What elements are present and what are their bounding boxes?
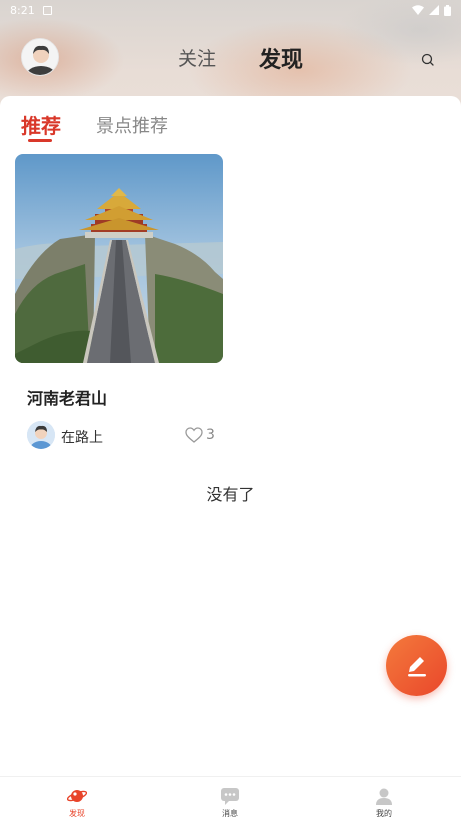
search-icon[interactable] xyxy=(420,52,436,68)
wifi-icon xyxy=(412,5,424,15)
compose-button[interactable] xyxy=(386,635,447,696)
my-avatar[interactable] xyxy=(21,38,59,76)
battery-icon xyxy=(444,4,451,16)
status-time: 8:21 xyxy=(10,3,35,17)
message-icon xyxy=(221,788,239,805)
nav-label-discover: 发现 xyxy=(69,809,85,818)
nav-item-me[interactable]: 我的 xyxy=(354,787,414,819)
post-title[interactable]: 河南老君山 xyxy=(15,385,223,409)
tab-recommend[interactable]: 推荐 xyxy=(21,110,61,139)
nav-item-messages[interactable]: 消息 xyxy=(200,787,260,819)
nav-label-me: 我的 xyxy=(376,809,392,818)
planet-icon xyxy=(67,790,87,802)
status-bar: 8:21 xyxy=(0,0,461,20)
author-name[interactable]: 在路上 xyxy=(61,427,103,447)
author-avatar-icon xyxy=(27,421,55,449)
end-of-list-text: 没有了 xyxy=(206,485,255,504)
user-icon xyxy=(376,788,392,805)
pencil-icon xyxy=(407,656,426,676)
tab-follow[interactable]: 关注 xyxy=(178,44,216,71)
heart-icon[interactable] xyxy=(185,427,203,443)
like-count: 3 xyxy=(206,427,215,443)
post-meta: 在路上 3 xyxy=(15,421,223,449)
tab-discover[interactable]: 发现 xyxy=(259,42,303,74)
signal-icon xyxy=(429,5,439,15)
author-avatar[interactable] xyxy=(27,421,55,449)
discover-screen: 8:21 关注 发现 推荐 景点推荐 河南老君山 在路上 3 没有了 发现 消息… xyxy=(0,0,461,821)
nav-item-discover[interactable]: 发现 xyxy=(47,787,107,819)
bottom-nav: 发现 消息 我的 xyxy=(0,776,461,821)
user-avatar-icon xyxy=(22,39,58,75)
post-image[interactable] xyxy=(15,154,223,363)
notification-icon xyxy=(42,5,52,15)
nav-label-messages: 消息 xyxy=(222,809,238,818)
top-nav: 关注 发现 xyxy=(0,32,461,84)
post-card[interactable]: 河南老君山 在路上 3 xyxy=(15,154,223,449)
active-tab-indicator xyxy=(28,139,52,142)
tab-scenic-recommend[interactable]: 景点推荐 xyxy=(96,112,168,138)
